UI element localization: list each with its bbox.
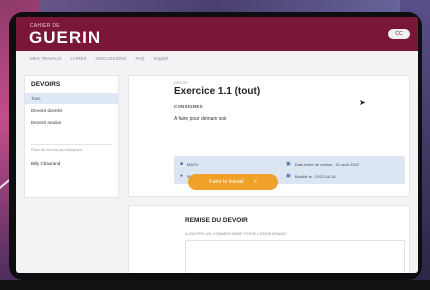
calendar-icon: ▣	[286, 161, 291, 167]
sidebar-filter-teacher[interactable]: Billy Chaurand	[31, 161, 60, 166]
do-assignment-button[interactable]: Faire le travail >	[188, 174, 278, 190]
user-menu-button[interactable]: CC	[388, 29, 410, 39]
laptop-base	[0, 280, 430, 290]
consignes-heading: CONSIGNES	[174, 104, 203, 109]
comment-input[interactable]	[185, 240, 405, 273]
nav-item-discussions[interactable]: DISCUSSIONS	[96, 56, 127, 61]
top-nav: MES TRAVAUX LIVRES DISCUSSIONS FAQ Engli…	[16, 51, 418, 65]
info-due-date-text: Date limite de remise : 31 août 2022	[294, 161, 359, 167]
calendar-edit-icon: ▣	[286, 173, 291, 179]
info-course-text: MATH	[187, 161, 199, 167]
person-icon: ●	[180, 173, 184, 179]
nav-item-livres[interactable]: LIVRES	[71, 56, 87, 61]
info-modified: ▣ Modifié le : 2022-08-18	[286, 173, 336, 179]
submission-card: REMISE DU DEVOIR AJOUTER UN COMMENTAIRE …	[128, 205, 410, 273]
chevron-right-icon: >	[253, 179, 257, 185]
laptop-screen: CAHIER DE GUERIN CC MES TRAVAUX LIVRES D…	[16, 17, 418, 273]
brand-logo[interactable]: GUERIN	[29, 28, 101, 48]
book-icon: ■	[180, 161, 184, 167]
info-modified-text: Modifié le : 2022-08-18	[294, 173, 336, 179]
info-course: ■ MATH	[180, 161, 198, 167]
sidebar-title: DEVOIRS	[31, 81, 61, 88]
sidebar-item-devoirs-donnes[interactable]: Devoirs donnés	[25, 105, 118, 116]
submission-title: REMISE DU DEVOIR	[185, 217, 248, 224]
sidebar-item-devoirs-rendus[interactable]: Devoirs rendus	[25, 117, 118, 128]
sidebar-item-tous[interactable]: Tous	[25, 93, 118, 104]
nav-item-language[interactable]: English	[154, 56, 169, 61]
nav-item-mes-travaux[interactable]: MES TRAVAUX	[30, 56, 62, 61]
assignment-description: A faire pour demain soir	[174, 116, 227, 122]
comment-label: AJOUTER UN COMMENTAIRE POUR L'ENSEIGNANT	[185, 232, 288, 236]
breadcrumb: DEVOIR	[174, 81, 188, 85]
sidebar-divider	[31, 144, 111, 145]
sidebar-filter-label: Filtrer les devoirs par enseignant	[31, 148, 82, 152]
nav-item-faq[interactable]: FAQ	[136, 56, 145, 61]
app-header: CAHIER DE GUERIN CC	[16, 17, 418, 51]
mouse-cursor-icon: ➤	[359, 98, 366, 107]
sidebar: DEVOIRS Tous Devoirs donnés Devoirs rend…	[24, 75, 119, 198]
info-due-date: ▣ Date limite de remise : 31 août 2022	[286, 161, 359, 167]
do-assignment-label: Faire le travail	[209, 179, 244, 185]
page-title: Exercice 1.1 (tout)	[174, 86, 261, 97]
